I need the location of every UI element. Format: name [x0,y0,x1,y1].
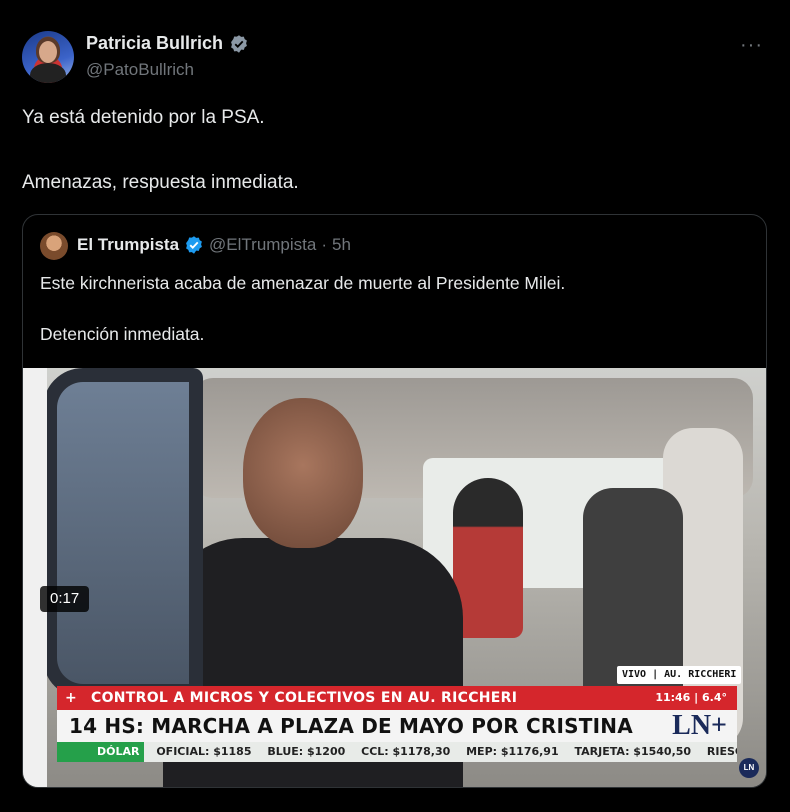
quoted-name[interactable]: El Trumpista [77,235,179,255]
ticker-item: TARJETA: $1540,50 [574,745,692,758]
ticker-item: CCL: $1178,30 [361,745,451,758]
ticker-bar: DÓLAR OFICIAL: $1185 BLUE: $1200 CCL: $1… [57,742,737,762]
ticker-item: BLUE: $1200 [267,745,346,758]
author-avatar[interactable] [22,31,74,83]
ticker-item: OFICIAL: $1185 [156,745,252,758]
headline-bar: 14 HS: MARCHA A PLAZA DE MAYO POR CRISTI… [57,710,737,742]
quoted-text-line-2: Detención inmediata. [40,324,205,344]
tweet-text-line-2: Amenazas, respuesta inmediata. [22,172,299,193]
breaking-bar-text: CONTROL A MICROS Y COLECTIVOS EN AU. RIC… [91,690,518,706]
quoted-time[interactable]: 5h [332,235,351,255]
plus-icon: + [65,690,77,706]
ln-logo: LN+ [672,710,727,741]
quoted-separator: · [321,235,328,254]
quoted-header: El Trumpista @ElTrumpista · 5h [77,235,351,255]
headline-text: 14 HS: MARCHA A PLAZA DE MAYO POR CRISTI… [69,714,633,738]
ticker-item: MEP: $1176,91 [466,745,559,758]
tweet-text-line-1: Ya está detenido por la PSA. [22,107,265,128]
quoted-text-line-1: Este kirchnerista acaba de amenazar de m… [40,273,566,293]
breaking-bar: + CONTROL A MICROS Y COLECTIVOS EN AU. R… [57,686,737,710]
author-name-row: Patricia Bullrich [86,33,249,54]
video-player[interactable]: VIVO | AU. RICCHERI + CONTROL A MICROS Y… [23,368,766,787]
verified-badge-icon [186,236,202,254]
live-tag: VIVO | AU. RICCHERI [617,666,742,684]
more-options-icon[interactable]: ··· [740,34,763,57]
tweet: Patricia Bullrich @PatoBullrich ··· Ya e… [0,0,790,812]
video-duration: 0:17 [40,586,90,612]
ticker-item: RIESGO PAÍS: 688 [706,745,737,758]
ln-badge: LN [739,758,759,778]
author-handle[interactable]: @PatoBullrich [86,60,194,80]
author-name[interactable]: Patricia Bullrich [86,33,223,54]
quoted-avatar[interactable] [40,232,68,260]
quoted-tweet[interactable]: El Trumpista @ElTrumpista · 5h Este kirc… [22,214,767,788]
quoted-handle[interactable]: @ElTrumpista [209,235,316,255]
breaking-bar-time: 11:46 | 6.4° [655,691,727,704]
ticker-tag: DÓLAR [57,742,145,762]
verified-badge-icon [231,34,247,53]
